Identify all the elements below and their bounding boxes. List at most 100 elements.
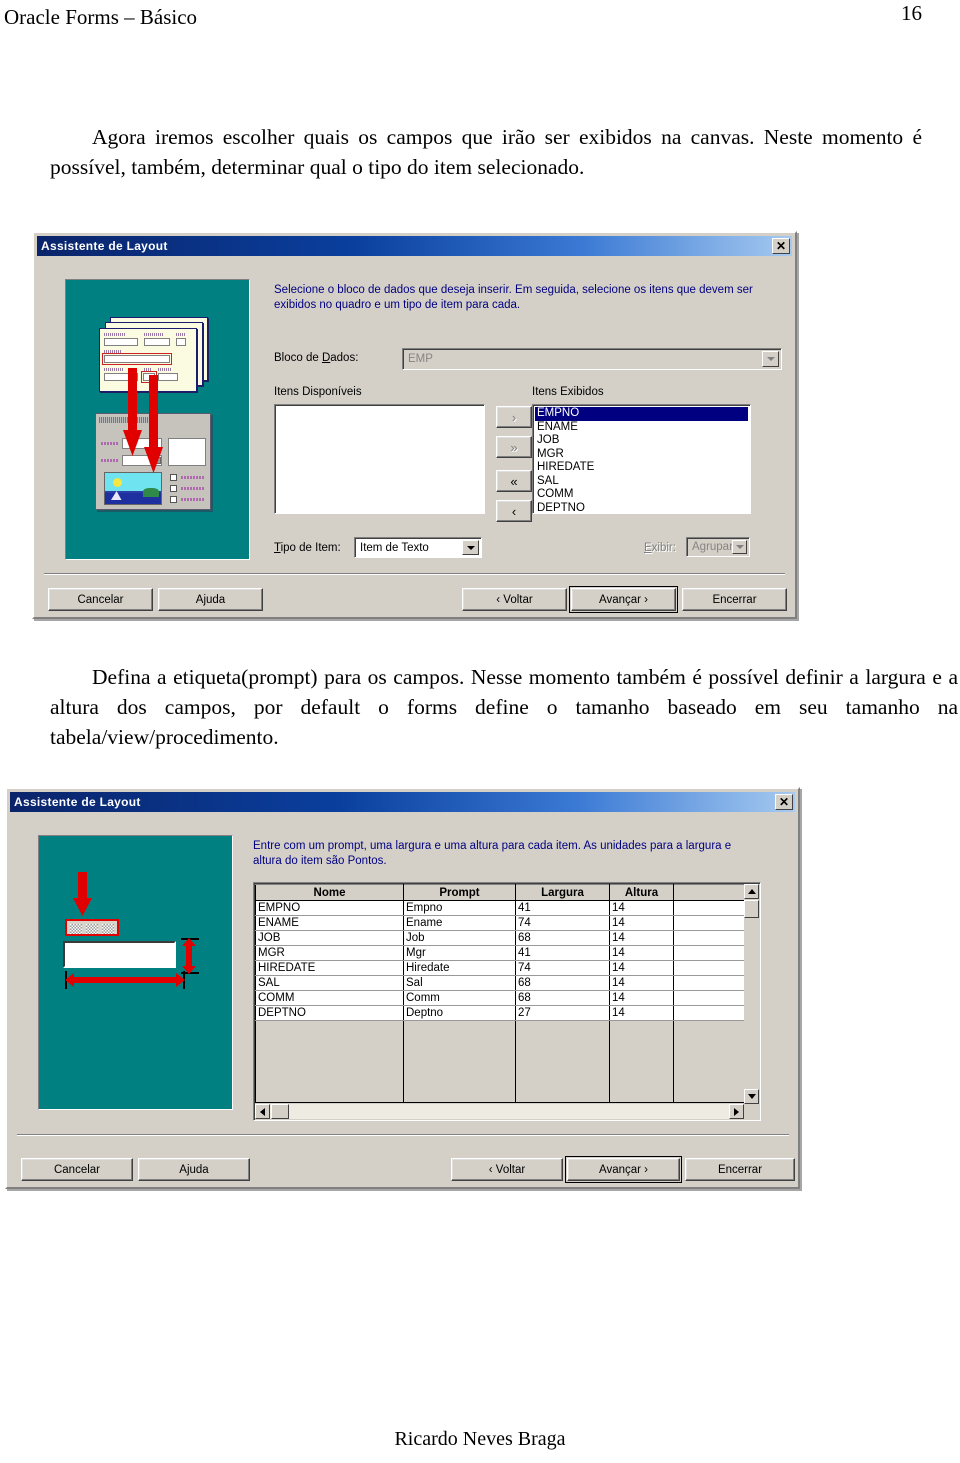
grid-cell-empty[interactable] xyxy=(403,1020,516,1103)
grid-cell[interactable]: 41 xyxy=(515,900,610,916)
block-of-data-combo[interactable]: EMP xyxy=(402,348,782,370)
grid-cell[interactable]: 74 xyxy=(515,915,610,931)
grid-cell-empty[interactable] xyxy=(515,1020,610,1103)
list-item[interactable]: SAL xyxy=(535,475,748,489)
table-row[interactable]: ENAME Ename 74 14 xyxy=(255,915,745,931)
layout-wizard-dialog-items[interactable]: Assistente de Layout ✕ Selecione o bloco… xyxy=(32,231,797,619)
grid-cell[interactable]: Comm xyxy=(403,990,516,1006)
grid-column-header[interactable]: Prompt xyxy=(403,884,516,901)
grid-cell[interactable]: 14 xyxy=(609,960,674,976)
table-row[interactable]: COMM Comm 68 14 xyxy=(255,990,745,1006)
grid-horizontal-scrollbar[interactable] xyxy=(255,1104,744,1119)
prompts-grid-viewport[interactable]: Nome Prompt Largura Altura EMPNO Empno 41 14 EN… xyxy=(255,884,745,1104)
chevron-down-icon[interactable] xyxy=(762,351,779,367)
grid-cell[interactable] xyxy=(673,975,745,991)
grid-cell[interactable] xyxy=(673,900,745,916)
chevron-down-icon[interactable] xyxy=(462,540,479,555)
vertical-scroll-thumb[interactable] xyxy=(744,900,759,918)
list-item[interactable]: EMPNO xyxy=(535,407,748,421)
grid-cell[interactable] xyxy=(673,960,745,976)
cancel-button[interactable]: Cancelar xyxy=(21,1158,133,1181)
list-item[interactable]: COMM xyxy=(535,488,748,502)
list-item[interactable]: HIREDATE xyxy=(535,461,748,475)
grid-cell[interactable]: 14 xyxy=(609,900,674,916)
grid-cell[interactable]: Mgr xyxy=(403,945,516,961)
move-right-button[interactable]: › xyxy=(496,406,532,428)
grid-cell[interactable] xyxy=(673,930,745,946)
available-items-list[interactable] xyxy=(277,407,482,511)
scroll-right-button[interactable] xyxy=(729,1104,744,1119)
close-icon[interactable]: ✕ xyxy=(772,238,790,254)
finish-button[interactable]: Encerrar xyxy=(685,1158,795,1181)
move-all-right-button[interactable]: » xyxy=(496,436,532,458)
layout-wizard-dialog-prompts[interactable]: Assistente de Layout ✕ Entre com um prom… xyxy=(5,787,800,1189)
grid-cell[interactable]: DEPTNO xyxy=(255,1005,404,1021)
grid-vertical-scrollbar[interactable] xyxy=(744,884,759,1104)
close-icon[interactable]: ✕ xyxy=(775,794,793,810)
grid-cell[interactable]: Sal xyxy=(403,975,516,991)
table-row[interactable]: EMPNO Empno 41 14 xyxy=(255,900,745,916)
help-button[interactable]: Ajuda xyxy=(138,1158,250,1181)
dialog2-titlebar[interactable]: Assistente de Layout ✕ xyxy=(10,792,795,812)
displayed-items-listbox[interactable]: EMPNO ENAME JOB MGR HIREDATE SAL COMM DEPTNO xyxy=(532,404,751,514)
scroll-left-button[interactable] xyxy=(255,1104,270,1119)
list-item[interactable]: DEPTNO xyxy=(535,502,748,512)
horizontal-scroll-thumb[interactable] xyxy=(271,1104,289,1119)
grid-cell[interactable]: Deptno xyxy=(403,1005,516,1021)
scroll-down-button[interactable] xyxy=(744,1089,759,1104)
grid-cell[interactable]: 14 xyxy=(609,990,674,1006)
grid-body[interactable]: EMPNO Empno 41 14 ENAME Ename 74 14 JOB Job 68 14 MG… xyxy=(255,900,745,1103)
next-button[interactable]: Avançar › xyxy=(569,586,678,613)
table-row[interactable]: JOB Job 68 14 xyxy=(255,930,745,946)
table-row[interactable]: SAL Sal 68 14 xyxy=(255,975,745,991)
grid-cell[interactable]: SAL xyxy=(255,975,404,991)
finish-button[interactable]: Encerrar xyxy=(682,588,787,611)
grid-cell[interactable]: 41 xyxy=(515,945,610,961)
cancel-button[interactable]: Cancelar xyxy=(48,588,153,611)
grid-cell[interactable]: ENAME xyxy=(255,915,404,931)
grid-column-header[interactable]: Altura xyxy=(609,884,674,901)
back-button[interactable]: ‹ Voltar xyxy=(462,588,567,611)
grid-cell[interactable]: HIREDATE xyxy=(255,960,404,976)
list-item[interactable]: MGR xyxy=(535,448,748,462)
prompts-grid-container[interactable]: Nome Prompt Largura Altura EMPNO Empno 41 14 EN… xyxy=(253,882,761,1121)
displayed-items-list[interactable]: EMPNO ENAME JOB MGR HIREDATE SAL COMM DEPTNO xyxy=(535,407,748,511)
grid-cell[interactable]: 68 xyxy=(515,975,610,991)
grid-cell[interactable]: 68 xyxy=(515,930,610,946)
grid-cell[interactable]: COMM xyxy=(255,990,404,1006)
grid-cell[interactable] xyxy=(673,945,745,961)
help-button[interactable]: Ajuda xyxy=(158,588,263,611)
table-row[interactable]: DEPTNO Deptno 27 14 xyxy=(255,1005,745,1021)
grid-cell[interactable] xyxy=(673,1005,745,1021)
grid-cell[interactable]: 14 xyxy=(609,945,674,961)
move-all-left-button[interactable]: « xyxy=(496,470,532,492)
prompts-grid[interactable]: Nome Prompt Largura Altura EMPNO Empno 41 14 EN… xyxy=(255,884,745,1103)
grid-column-header[interactable]: Nome xyxy=(255,884,404,901)
move-left-button[interactable]: ‹ xyxy=(496,500,532,522)
list-item[interactable]: JOB xyxy=(535,434,748,448)
grid-cell[interactable]: Job xyxy=(403,930,516,946)
grid-cell-empty[interactable] xyxy=(673,1020,745,1103)
grid-cell[interactable]: 14 xyxy=(609,930,674,946)
table-row-empty[interactable] xyxy=(255,1020,745,1103)
grid-cell[interactable]: 14 xyxy=(609,975,674,991)
grid-cell[interactable]: Ename xyxy=(403,915,516,931)
grid-cell[interactable]: EMPNO xyxy=(255,900,404,916)
grid-cell[interactable]: MGR xyxy=(255,945,404,961)
grid-cell[interactable]: 68 xyxy=(515,990,610,1006)
grid-cell[interactable]: 14 xyxy=(609,1005,674,1021)
back-button[interactable]: ‹ Voltar xyxy=(451,1158,563,1181)
grid-cell-empty[interactable] xyxy=(255,1020,404,1103)
grid-cell[interactable]: 74 xyxy=(515,960,610,976)
list-item[interactable]: ENAME xyxy=(535,421,748,435)
grid-cell[interactable] xyxy=(673,915,745,931)
grid-cell[interactable]: JOB xyxy=(255,930,404,946)
item-type-combo[interactable]: Item de Texto xyxy=(354,537,482,558)
grid-cell[interactable]: Empno xyxy=(403,900,516,916)
grid-column-header[interactable] xyxy=(673,884,745,901)
grid-cell-empty[interactable] xyxy=(609,1020,674,1103)
scroll-up-button[interactable] xyxy=(744,884,759,899)
available-items-listbox[interactable] xyxy=(274,404,485,514)
grid-cell[interactable]: 27 xyxy=(515,1005,610,1021)
table-row[interactable]: HIREDATE Hiredate 74 14 xyxy=(255,960,745,976)
